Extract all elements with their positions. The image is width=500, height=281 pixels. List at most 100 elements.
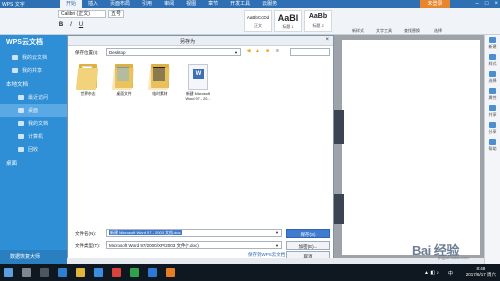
baidu-watermark-url: jingyan.baidu.com <box>438 256 469 260</box>
app-icon[interactable] <box>166 268 175 277</box>
document-image <box>334 194 344 224</box>
sidebar-style[interactable]: 样式 <box>485 52 500 69</box>
cloud-item-recycle[interactable]: 回收 <box>0 143 67 156</box>
menu-review[interactable]: 审阅 <box>158 0 180 8</box>
sidebar-properties[interactable]: 属性 <box>485 86 500 103</box>
sidebar-distribute[interactable]: 分享 <box>485 120 500 137</box>
wps-cloud-panel: WPS云文档 我的云文档 我的共享 本地文档 最近访问 桌面 我的文档 计算机 … <box>0 35 67 264</box>
menu-view[interactable]: 视图 <box>180 0 202 8</box>
maximize-icon[interactable]: □ <box>485 0 489 8</box>
menu-cloud[interactable]: 云服务 <box>256 0 283 8</box>
filetype-label: 文件类型(T): <box>75 243 100 248</box>
cloud-item-desktop[interactable]: 桌面 <box>0 104 67 117</box>
taskbar-clock[interactable]: 8:48 2017/6/17 周六 <box>466 266 496 278</box>
font-size-select[interactable]: 五号 <box>108 10 124 18</box>
bold-icon[interactable]: B <box>58 22 64 28</box>
new-icon <box>489 37 496 43</box>
text-tools-button[interactable]: 文字工具 <box>376 28 392 34</box>
style-icon <box>489 54 496 60</box>
style-heading-1[interactable]: AaBl 标题 1 <box>274 10 302 32</box>
desktop-heading[interactable]: 桌面 <box>0 158 67 170</box>
data-recovery-link[interactable]: 数据恢复大师 <box>0 250 67 264</box>
file-item[interactable]: 临时素材 <box>146 64 174 97</box>
filename-label: 文件名(N): <box>75 231 96 236</box>
file-item[interactable]: 世界杂志 <box>74 64 102 97</box>
cloud-item-my-documents[interactable]: 我的文档 <box>0 117 67 130</box>
save-button[interactable]: 保存(S) <box>286 229 330 238</box>
close-icon[interactable]: × <box>325 37 329 43</box>
taskbar: ▲ ◧ ♪ 中 8:48 2017/6/17 周六 <box>0 264 500 281</box>
close-icon[interactable]: × <box>494 0 498 8</box>
view-menu-icon[interactable]: ≡ <box>274 48 281 56</box>
style-heading-2[interactable]: AaBb 标题 2 <box>304 10 332 32</box>
sidebar-help[interactable]: 帮助 <box>485 137 500 154</box>
share-icon <box>12 68 18 73</box>
qq-icon[interactable] <box>148 268 157 277</box>
menu-developer[interactable]: 开发工具 <box>224 0 256 8</box>
italic-icon[interactable]: I <box>68 22 74 28</box>
style-gallery: AaBbCcDd 正文 AaBl 标题 1 AaBb 标题 2 <box>244 10 332 32</box>
ime-indicator[interactable]: 中 <box>448 270 453 277</box>
start-icon[interactable] <box>4 268 13 277</box>
sidebar-share[interactable]: 共享 <box>485 103 500 120</box>
underline-icon[interactable]: U <box>78 22 84 28</box>
menu-bar: 开始 插入 页面布局 引用 审阅 视图 章节 开发工具 云服务 <box>60 0 283 8</box>
properties-icon <box>489 88 496 94</box>
menu-insert[interactable]: 插入 <box>82 0 104 8</box>
cloud-item-shared[interactable]: 我的共享 <box>0 64 67 77</box>
select-icon <box>489 71 496 77</box>
cloud-title: WPS云文档 <box>6 39 43 46</box>
search-input[interactable] <box>290 48 330 56</box>
file-item[interactable]: W 新建 Microsoft Word 97 - 20... <box>182 64 214 101</box>
filetype-select[interactable]: Microsoft Word 97/2000/XP/2003 文件(*.doc)… <box>106 241 282 249</box>
local-docs-heading[interactable]: 本地文档 <box>0 79 67 91</box>
window-controls: – □ × <box>476 0 498 8</box>
filename-input[interactable]: 新建 Microsoft Word 97 - 2003 文档.doc ▼ <box>106 229 282 237</box>
share-icon <box>489 105 496 111</box>
new-style-button[interactable]: 新样式 <box>352 28 364 34</box>
recycle-icon <box>18 147 24 152</box>
location-row: 保存位置(I): Desktop ▼ ◀ ▲ ■ ≡ <box>68 47 333 58</box>
minimize-icon[interactable]: – <box>476 0 479 8</box>
new-folder-icon[interactable]: ■ <box>264 48 271 56</box>
menu-sections[interactable]: 章节 <box>202 0 224 8</box>
browser-icon[interactable] <box>94 268 103 277</box>
wechat-icon[interactable] <box>130 268 139 277</box>
tray-icons[interactable]: ▲ ◧ ♪ <box>424 270 439 276</box>
find-replace-button[interactable]: 查找替换 <box>404 28 420 34</box>
cloud-item-recent[interactable]: 最近访问 <box>0 91 67 104</box>
style-normal[interactable]: AaBbCcDd 正文 <box>244 10 272 32</box>
sidebar-new[interactable]: 新建 <box>485 35 500 52</box>
desktop-icon <box>18 108 24 113</box>
edge-icon[interactable] <box>58 268 67 277</box>
cloud-item-computer[interactable]: 计算机 <box>0 130 67 143</box>
task-view-icon[interactable] <box>40 268 49 277</box>
word-document-icon: W <box>188 64 208 90</box>
menu-page-layout[interactable]: 页面布局 <box>104 0 136 8</box>
menu-home[interactable]: 开始 <box>60 0 83 8</box>
document-page[interactable] <box>342 40 480 255</box>
chevron-down-icon: ▼ <box>275 230 279 235</box>
search-icon[interactable] <box>22 268 31 277</box>
encrypt-button[interactable]: 加密(E)... <box>286 241 330 250</box>
filename-row: 文件名(N): 新建 Microsoft Word 97 - 2003 文档.d… <box>68 228 333 239</box>
login-button[interactable]: 未登录 <box>420 0 450 8</box>
computer-icon <box>18 134 24 139</box>
cloud-item-my-docs[interactable]: 我的云文档 <box>0 51 67 64</box>
wps-writer-icon[interactable] <box>112 268 121 277</box>
chevron-down-icon: ▼ <box>234 50 238 55</box>
back-icon[interactable]: ◀ <box>245 48 252 56</box>
filename-value: 新建 Microsoft Word 97 - 2003 文档.doc <box>109 230 182 235</box>
explorer-icon[interactable] <box>76 268 85 277</box>
chevron-down-icon: ▼ <box>275 243 279 248</box>
format-buttons: B I U <box>58 22 84 28</box>
select-button[interactable]: 选择 <box>434 28 442 34</box>
menu-references[interactable]: 引用 <box>136 0 158 8</box>
up-folder-icon[interactable]: ▲ <box>254 48 261 56</box>
sidebar-select[interactable]: 选择 <box>485 69 500 86</box>
file-item[interactable]: 桌面文件 <box>110 64 138 97</box>
folder-icon <box>111 64 135 90</box>
help-icon <box>489 139 496 145</box>
location-select[interactable]: Desktop ▼ <box>106 48 241 56</box>
font-name-select[interactable]: Calibri (正文) <box>58 10 106 18</box>
